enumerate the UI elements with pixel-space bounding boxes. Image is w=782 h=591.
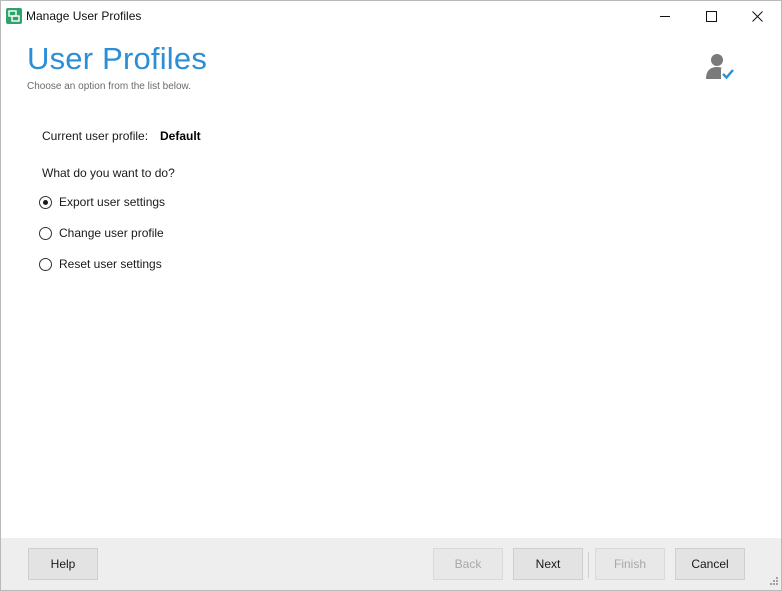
finish-button[interactable]: Finish: [595, 548, 665, 580]
page-subtitle: Choose an option from the list below.: [27, 81, 191, 92]
maximize-icon: [706, 11, 717, 22]
option-change-user-profile[interactable]: Change user profile: [39, 225, 164, 241]
minimize-icon: [660, 16, 670, 17]
close-button[interactable]: [734, 1, 780, 32]
current-profile-label: Current user profile:: [42, 129, 149, 143]
app-icon: [6, 8, 22, 24]
radio-button-reset[interactable]: [39, 257, 52, 271]
option-label: Export user settings: [59, 195, 166, 209]
minimize-button[interactable]: [642, 1, 688, 32]
resize-grip-icon[interactable]: [767, 576, 779, 588]
next-button[interactable]: Next: [513, 548, 583, 580]
manage-user-profiles-window: Manage User Profiles User Profiles Choos…: [0, 0, 782, 591]
current-profile-value: Default: [160, 129, 201, 143]
button-divider: [588, 552, 589, 578]
footer-bar: Help Back Next Finish Cancel: [1, 538, 781, 590]
close-icon: [752, 11, 763, 22]
user-check-icon: [706, 54, 734, 80]
option-export-user-settings[interactable]: Export user settings: [39, 194, 165, 210]
page-title: User Profiles: [27, 41, 208, 76]
back-button[interactable]: Back: [433, 548, 503, 580]
help-button[interactable]: Help: [28, 548, 98, 580]
option-label: Reset user settings: [59, 257, 162, 271]
option-reset-user-settings[interactable]: Reset user settings: [39, 256, 162, 272]
window-title: Manage User Profiles: [26, 9, 142, 23]
option-label: Change user profile: [59, 226, 164, 240]
maximize-button[interactable]: [688, 1, 734, 32]
radio-button-change[interactable]: [39, 226, 52, 240]
title-bar[interactable]: Manage User Profiles: [1, 1, 781, 32]
radio-button-export[interactable]: [39, 195, 52, 209]
cancel-button[interactable]: Cancel: [675, 548, 745, 580]
question-label: What do you want to do?: [42, 166, 175, 180]
